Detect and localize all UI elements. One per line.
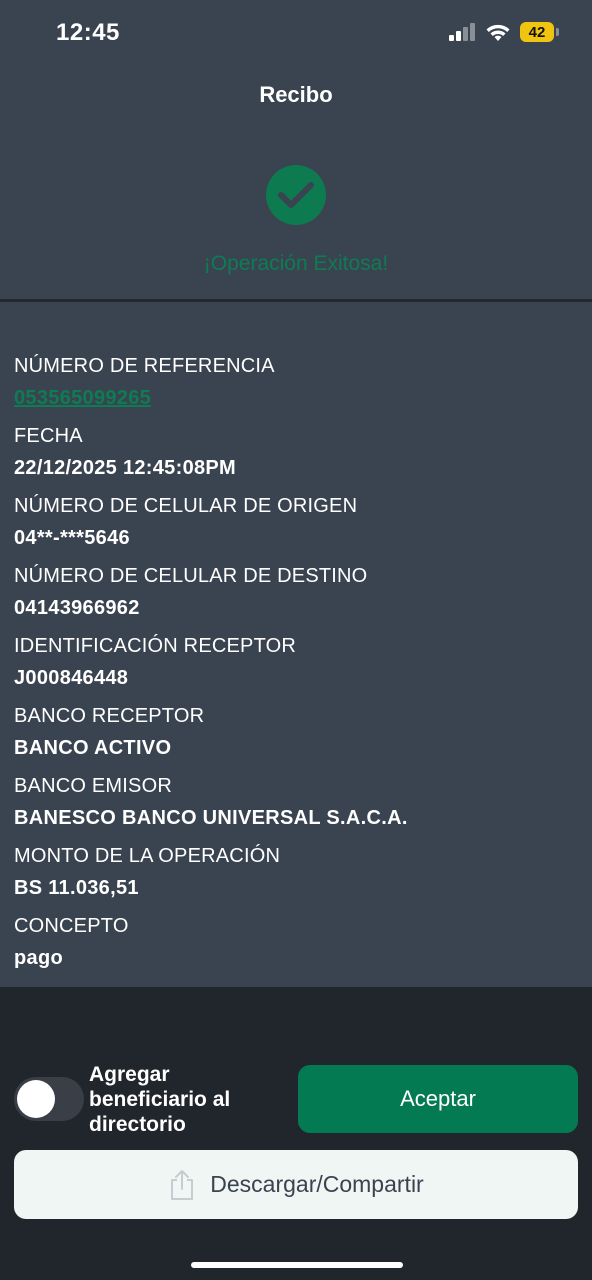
field-amount: MONTO DE LA OPERACIÓN BS 11.036,51 [14,841,584,911]
field-origin-phone: NÚMERO DE CELULAR DE ORIGEN 04**-***5646 [14,491,584,561]
field-value: BS 11.036,51 [14,877,139,899]
success-message: ¡Operación Exitosa! [203,252,389,275]
field-value: 22/12/2025 12:45:08PM [14,457,237,479]
share-icon [171,1169,194,1200]
field-label: FECHA [14,425,83,447]
field-value: J000846448 [14,667,129,689]
field-date: FECHA 22/12/2025 12:45:08PM [14,421,584,491]
cellular-signal-icon [449,23,475,41]
page-title: Recibo [259,82,333,107]
add-beneficiary-toggle[interactable] [14,1077,84,1121]
field-value: 04**-***5646 [14,527,130,549]
field-label: BANCO RECEPTOR [14,705,205,727]
field-value: BANESCO BANCO UNIVERSAL S.A.C.A. [14,807,408,829]
wifi-icon [486,24,510,41]
checkmark-icon [278,182,314,208]
field-label: NÚMERO DE CELULAR DE ORIGEN [14,495,358,517]
field-label: NÚMERO DE REFERENCIA [14,355,275,377]
field-label: MONTO DE LA OPERACIÓN [14,845,281,867]
field-label: BANCO EMISOR [14,775,172,797]
field-issuer-bank: BANCO EMISOR BANESCO BANCO UNIVERSAL S.A… [14,771,584,841]
divider [0,299,592,302]
receipt-details: NÚMERO DE REFERENCIA 053565099265 FECHA … [14,351,584,981]
status-icons: 42 [448,22,559,42]
field-label: NÚMERO DE CELULAR DE DESTINO [14,565,368,587]
field-receiver-bank: BANCO RECEPTOR BANCO ACTIVO [14,701,584,771]
reference-number-link[interactable]: 053565099265 [14,381,584,421]
home-indicator[interactable] [191,1262,403,1268]
status-time: 12:45 [56,19,120,46]
accept-button[interactable]: Aceptar [298,1065,578,1133]
field-value: 04143966962 [14,597,140,619]
toggle-knob [17,1080,55,1118]
status-bar: 12:45 42 [0,0,592,66]
download-share-button[interactable]: Descargar/Compartir [14,1150,578,1219]
field-value: BANCO ACTIVO [14,737,172,759]
add-beneficiary-label: Agregar beneficiario al directorio [89,1063,231,1136]
check-circle-icon [266,165,326,225]
field-label: IDENTIFICACIÓN RECEPTOR [14,635,297,657]
field-receiver-id: IDENTIFICACIÓN RECEPTOR J000846448 [14,631,584,701]
battery-icon: 42 [520,22,559,42]
field-value: pago [14,947,63,969]
download-share-label: Descargar/Compartir [210,1171,424,1197]
field-destination-phone: NÚMERO DE CELULAR DE DESTINO 04143966962 [14,561,584,631]
field-reference: NÚMERO DE REFERENCIA 053565099265 [14,351,584,421]
field-label: CONCEPTO [14,915,129,937]
field-concept: CONCEPTO pago [14,911,584,981]
